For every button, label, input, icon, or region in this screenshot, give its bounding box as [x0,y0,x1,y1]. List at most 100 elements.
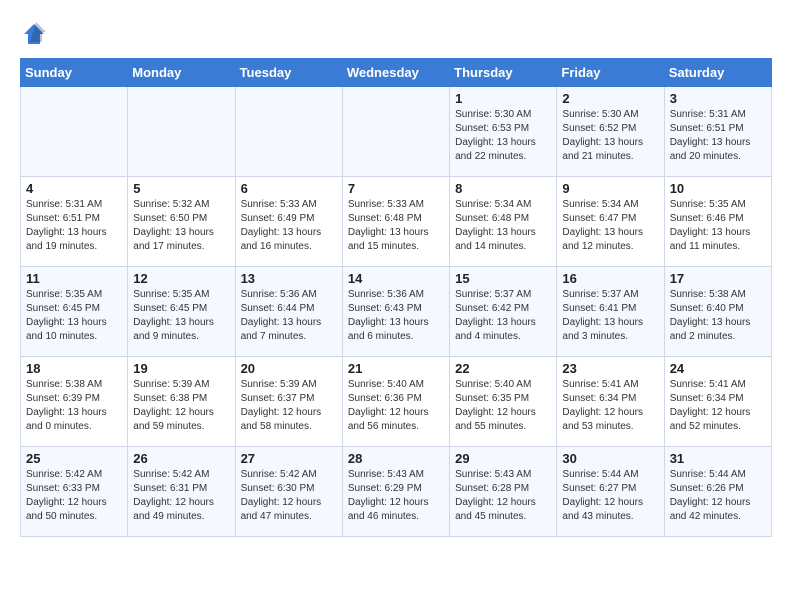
day-info: Sunrise: 5:35 AM Sunset: 6:45 PM Dayligh… [133,288,229,344]
day-number: 23 [562,361,658,376]
day-info: Sunrise: 5:33 AM Sunset: 6:48 PM Dayligh… [348,198,444,254]
day-number: 1 [455,91,551,106]
day-number: 3 [670,91,766,106]
day-number: 9 [562,181,658,196]
day-cell: 18 Sunrise: 5:38 AM Sunset: 6:39 PM Dayli… [21,357,128,447]
day-info: Sunrise: 5:38 AM Sunset: 6:39 PM Dayligh… [26,378,122,434]
day-cell [235,87,342,177]
day-number: 12 [133,271,229,286]
header-row: SundayMondayTuesdayWednesdayThursdayFrid… [21,59,772,87]
day-info: Sunrise: 5:34 AM Sunset: 6:48 PM Dayligh… [455,198,551,254]
day-cell: 5Sunrise: 5:32 AM Sunset: 6:50 PM Daylig… [128,177,235,267]
day-cell: 8 Sunrise: 5:34 AM Sunset: 6:48 PM Daylig… [450,177,557,267]
day-number: 27 [241,451,337,466]
day-cell: 3 Sunrise: 5:31 AM Sunset: 6:51 PM Daylig… [664,87,771,177]
calendar-header: SundayMondayTuesdayWednesdayThursdayFrid… [21,59,772,87]
week-row-2: 4Sunrise: 5:31 AM Sunset: 6:51 PM Daylig… [21,177,772,267]
day-number: 29 [455,451,551,466]
week-row-5: 25 Sunrise: 5:42 AM Sunset: 6:33 PM Dayli… [21,447,772,537]
header-cell-sunday: Sunday [21,59,128,87]
day-cell: 7 Sunrise: 5:33 AM Sunset: 6:48 PM Daylig… [342,177,449,267]
day-number: 10 [670,181,766,196]
day-number: 19 [133,361,229,376]
day-info: Sunrise: 5:30 AM Sunset: 6:53 PM Dayligh… [455,108,551,164]
day-info: Sunrise: 5:42 AM Sunset: 6:33 PM Dayligh… [26,468,122,524]
day-info: Sunrise: 5:42 AM Sunset: 6:31 PM Dayligh… [133,468,229,524]
header-cell-thursday: Thursday [450,59,557,87]
header-cell-monday: Monday [128,59,235,87]
day-number: 13 [241,271,337,286]
day-number: 7 [348,181,444,196]
day-info: Sunrise: 5:36 AM Sunset: 6:44 PM Dayligh… [241,288,337,344]
day-number: 6 [241,181,337,196]
day-number: 30 [562,451,658,466]
day-info: Sunrise: 5:43 AM Sunset: 6:29 PM Dayligh… [348,468,444,524]
header-cell-friday: Friday [557,59,664,87]
day-info: Sunrise: 5:39 AM Sunset: 6:37 PM Dayligh… [241,378,337,434]
page-header [20,20,772,48]
day-info: Sunrise: 5:40 AM Sunset: 6:35 PM Dayligh… [455,378,551,434]
day-number: 18 [26,361,122,376]
day-cell: 28Sunrise: 5:43 AM Sunset: 6:29 PM Dayli… [342,447,449,537]
day-number: 25 [26,451,122,466]
day-info: Sunrise: 5:40 AM Sunset: 6:36 PM Dayligh… [348,378,444,434]
day-info: Sunrise: 5:36 AM Sunset: 6:43 PM Dayligh… [348,288,444,344]
day-cell [342,87,449,177]
day-info: Sunrise: 5:37 AM Sunset: 6:41 PM Dayligh… [562,288,658,344]
day-info: Sunrise: 5:30 AM Sunset: 6:52 PM Dayligh… [562,108,658,164]
day-cell: 11Sunrise: 5:35 AM Sunset: 6:45 PM Dayli… [21,267,128,357]
day-cell: 22 Sunrise: 5:40 AM Sunset: 6:35 PM Dayli… [450,357,557,447]
day-cell: 29 Sunrise: 5:43 AM Sunset: 6:28 PM Dayli… [450,447,557,537]
day-cell: 12 Sunrise: 5:35 AM Sunset: 6:45 PM Dayli… [128,267,235,357]
day-cell: 20 Sunrise: 5:39 AM Sunset: 6:37 PM Dayli… [235,357,342,447]
day-info: Sunrise: 5:31 AM Sunset: 6:51 PM Dayligh… [670,108,766,164]
day-number: 26 [133,451,229,466]
day-cell: 13 Sunrise: 5:36 AM Sunset: 6:44 PM Dayli… [235,267,342,357]
day-number: 2 [562,91,658,106]
logo-icon [20,20,48,48]
day-cell: 30Sunrise: 5:44 AM Sunset: 6:27 PM Dayli… [557,447,664,537]
day-number: 14 [348,271,444,286]
day-cell: 17 Sunrise: 5:38 AM Sunset: 6:40 PM Dayli… [664,267,771,357]
day-info: Sunrise: 5:35 AM Sunset: 6:46 PM Dayligh… [670,198,766,254]
day-info: Sunrise: 5:39 AM Sunset: 6:38 PM Dayligh… [133,378,229,434]
day-number: 5 [133,181,229,196]
logo [20,20,50,48]
day-number: 20 [241,361,337,376]
day-number: 21 [348,361,444,376]
header-cell-tuesday: Tuesday [235,59,342,87]
day-cell: 6 Sunrise: 5:33 AM Sunset: 6:49 PM Daylig… [235,177,342,267]
day-cell: 19 Sunrise: 5:39 AM Sunset: 6:38 PM Dayli… [128,357,235,447]
day-info: Sunrise: 5:38 AM Sunset: 6:40 PM Dayligh… [670,288,766,344]
day-info: Sunrise: 5:35 AM Sunset: 6:45 PM Dayligh… [26,288,122,344]
day-number: 16 [562,271,658,286]
day-info: Sunrise: 5:44 AM Sunset: 6:26 PM Dayligh… [670,468,766,524]
day-cell: 15Sunrise: 5:37 AM Sunset: 6:42 PM Dayli… [450,267,557,357]
week-row-4: 18 Sunrise: 5:38 AM Sunset: 6:39 PM Dayli… [21,357,772,447]
day-number: 4 [26,181,122,196]
day-cell: 16 Sunrise: 5:37 AM Sunset: 6:41 PM Dayli… [557,267,664,357]
day-number: 17 [670,271,766,286]
day-number: 15 [455,271,551,286]
day-info: Sunrise: 5:42 AM Sunset: 6:30 PM Dayligh… [241,468,337,524]
day-cell: 1 Sunrise: 5:30 AM Sunset: 6:53 PM Daylig… [450,87,557,177]
day-info: Sunrise: 5:43 AM Sunset: 6:28 PM Dayligh… [455,468,551,524]
week-row-1: 1 Sunrise: 5:30 AM Sunset: 6:53 PM Daylig… [21,87,772,177]
day-cell: 10 Sunrise: 5:35 AM Sunset: 6:46 PM Dayli… [664,177,771,267]
day-cell: 27 Sunrise: 5:42 AM Sunset: 6:30 PM Dayli… [235,447,342,537]
day-cell: 21 Sunrise: 5:40 AM Sunset: 6:36 PM Dayli… [342,357,449,447]
day-cell: 4Sunrise: 5:31 AM Sunset: 6:51 PM Daylig… [21,177,128,267]
day-cell [21,87,128,177]
day-info: Sunrise: 5:33 AM Sunset: 6:49 PM Dayligh… [241,198,337,254]
day-info: Sunrise: 5:41 AM Sunset: 6:34 PM Dayligh… [562,378,658,434]
day-number: 22 [455,361,551,376]
day-cell: 23 Sunrise: 5:41 AM Sunset: 6:34 PM Dayli… [557,357,664,447]
day-cell [128,87,235,177]
header-cell-wednesday: Wednesday [342,59,449,87]
day-number: 8 [455,181,551,196]
calendar-table: SundayMondayTuesdayWednesdayThursdayFrid… [20,58,772,537]
header-cell-saturday: Saturday [664,59,771,87]
day-cell: 14 Sunrise: 5:36 AM Sunset: 6:43 PM Dayli… [342,267,449,357]
day-cell: 24Sunrise: 5:41 AM Sunset: 6:34 PM Dayli… [664,357,771,447]
day-cell: 31Sunrise: 5:44 AM Sunset: 6:26 PM Dayli… [664,447,771,537]
